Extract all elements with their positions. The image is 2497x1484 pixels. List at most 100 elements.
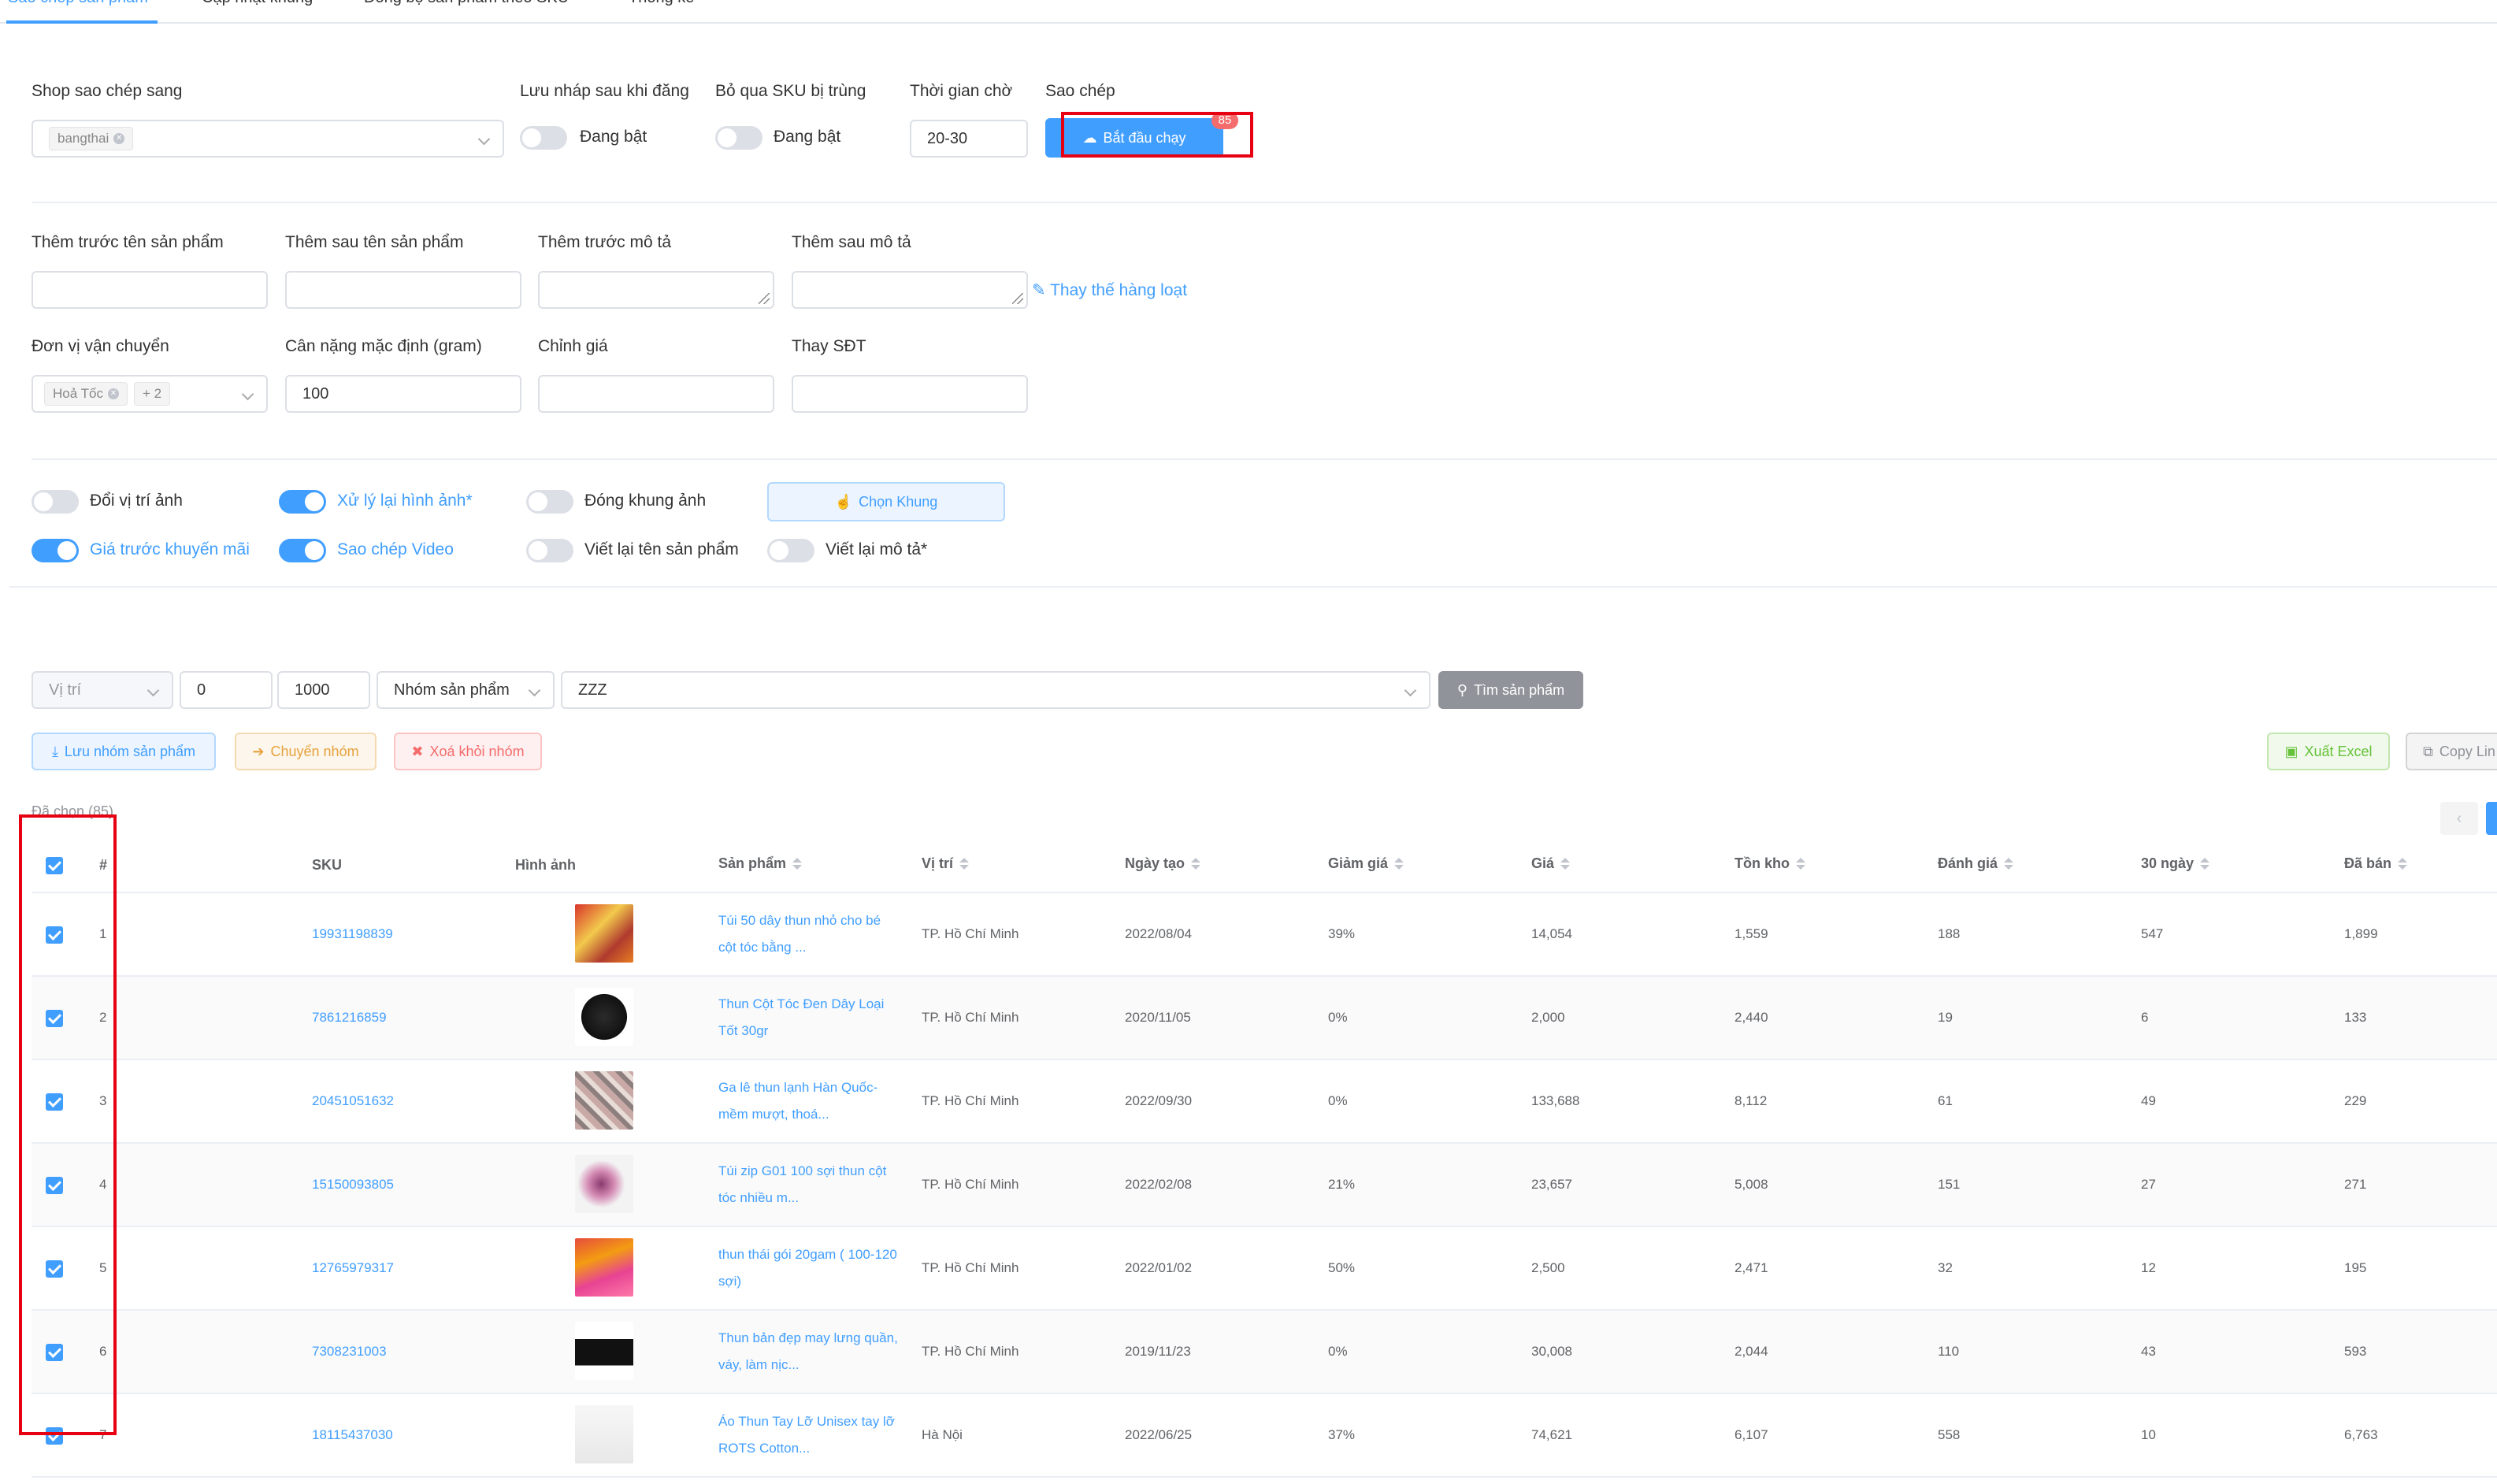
suffix-desc-textarea[interactable] xyxy=(792,271,1028,309)
prefix-name-input[interactable] xyxy=(32,271,268,309)
sort-icon[interactable] xyxy=(1191,858,1201,870)
header-discount[interactable]: Giảm giá xyxy=(1328,855,1404,872)
tab-sync-sku[interactable]: Đồng bộ sản phẩm theo SKU xyxy=(364,0,569,7)
phone-input[interactable] xyxy=(792,375,1028,413)
product-link[interactable]: Ga lê thun lạnh Hàn Quốc- mềm mượt, thoá… xyxy=(718,1074,901,1128)
position-select[interactable]: Vị trí xyxy=(32,671,173,709)
range-to-input[interactable]: 1000 xyxy=(277,671,370,709)
sku-link[interactable]: 7861216859 xyxy=(312,1010,387,1026)
sku-link[interactable]: 15150093805 xyxy=(312,1177,394,1193)
sort-icon[interactable] xyxy=(2200,858,2210,870)
table-row[interactable]: 2 7861216859 Thun Cột Tóc Đen Dây Loại Tốt… xyxy=(32,977,2497,1060)
product-link[interactable]: Túi zip G01 100 sợi thun cột tóc nhiều m… xyxy=(718,1158,901,1211)
search-products-label: Tìm sản phẩm xyxy=(1474,681,1565,698)
header-sold[interactable]: Đã bán xyxy=(2344,855,2408,872)
sku-link[interactable]: 12765979317 xyxy=(312,1260,394,1276)
copy-video-toggle[interactable] xyxy=(279,539,326,562)
price-adjust-input[interactable] xyxy=(538,375,774,413)
weight-input[interactable]: 100 xyxy=(285,375,521,413)
sold-cell: 271 xyxy=(2344,1177,2367,1192)
rewrite-name-toggle[interactable] xyxy=(526,539,573,562)
search-products-button[interactable]: ⚲ Tìm sản phẩm xyxy=(1438,671,1583,709)
discount-cell: 50% xyxy=(1328,1260,1356,1275)
prefix-desc-label: Thêm trước mô tả xyxy=(538,233,672,251)
product-link[interactable]: thun thái gói 20gam ( 100-120 sợi) xyxy=(718,1241,901,1295)
choose-frame-label: Chọn Khung xyxy=(859,493,938,510)
product-link[interactable]: Thun Cột Tóc Đen Dây Loại Tốt 30gr xyxy=(718,991,901,1044)
sort-icon[interactable] xyxy=(959,858,970,870)
prev-page-button[interactable]: ‹ xyxy=(2440,802,2478,835)
tab-update-frame[interactable]: Cập nhật khung xyxy=(202,0,313,7)
group-select[interactable]: Nhóm sản phẩm xyxy=(377,671,555,709)
resize-grip-icon[interactable] xyxy=(759,293,770,304)
range-from-input[interactable]: 0 xyxy=(180,671,273,709)
table-row[interactable]: 6 7308231003 Thun bản đẹp may lưng quần, v… xyxy=(32,1311,2497,1394)
remove-group-button[interactable]: ✖ Xoá khỏi nhóm xyxy=(394,733,542,770)
tab-statistics[interactable]: Thống kê xyxy=(629,0,694,7)
sku-link[interactable]: 19931198839 xyxy=(312,926,393,942)
keyword-select[interactable]: ZZZ xyxy=(561,671,1430,709)
product-thumbnail[interactable] xyxy=(575,1405,633,1464)
rewrite-desc-label: Viết lại mô tả* xyxy=(826,540,928,558)
header-price[interactable]: Giá xyxy=(1531,855,1571,872)
sku-link[interactable]: 18115437030 xyxy=(312,1427,393,1443)
frame-image-toggle[interactable] xyxy=(526,490,573,514)
shop-select[interactable]: bangthai ✕ xyxy=(32,120,504,158)
header-stock[interactable]: Tồn kho xyxy=(1735,855,1805,872)
header-rating[interactable]: Đánh giá xyxy=(1938,855,2014,872)
swap-image-toggle[interactable] xyxy=(32,490,79,514)
resize-grip-icon[interactable] xyxy=(1012,293,1023,304)
sort-icon[interactable] xyxy=(1394,858,1404,870)
save-group-button[interactable]: ⤓ Lưu nhóm sản phẩm xyxy=(32,733,216,770)
sort-icon[interactable] xyxy=(2398,858,2408,870)
product-thumbnail[interactable] xyxy=(575,1071,633,1130)
tag-remove-icon[interactable]: ✕ xyxy=(113,133,125,144)
export-excel-button[interactable]: ▣ Xuất Excel xyxy=(2267,733,2390,770)
header-created[interactable]: Ngày tạo xyxy=(1125,855,1201,872)
move-group-button[interactable]: ➔ Chuyển nhóm xyxy=(235,733,377,770)
header-location[interactable]: Vị trí xyxy=(922,855,970,872)
rewrite-desc-toggle[interactable] xyxy=(767,539,814,562)
product-link[interactable]: Áo Thun Tay Lỡ Unisex tay lỡ ROTS Cotton… xyxy=(718,1408,901,1462)
reprocess-image-toggle[interactable] xyxy=(279,490,326,514)
current-page-button[interactable] xyxy=(2486,802,2497,835)
product-thumbnail[interactable] xyxy=(575,904,633,963)
wait-input[interactable]: 20-30 xyxy=(910,120,1028,158)
stock-cell: 2,044 xyxy=(1735,1344,1768,1359)
draft-toggle[interactable] xyxy=(520,126,567,150)
product-thumbnail[interactable] xyxy=(575,1155,633,1213)
promo-price-toggle[interactable] xyxy=(32,539,79,562)
table-row[interactable]: 4 15150093805 Túi zip G01 100 sợi thun cột… xyxy=(32,1144,2497,1227)
tab-copy-products[interactable]: Sao chép sản phẩm xyxy=(8,0,148,7)
chevron-down-icon xyxy=(477,132,491,146)
product-thumbnail[interactable] xyxy=(575,1238,633,1297)
location-cell: Hà Nội xyxy=(922,1427,963,1442)
header-30-days[interactable]: 30 ngày xyxy=(2141,855,2210,872)
product-thumbnail[interactable] xyxy=(575,988,633,1046)
tag-remove-icon[interactable]: ✕ xyxy=(107,388,119,399)
sku-link[interactable]: 20451051632 xyxy=(312,1093,394,1109)
suffix-desc-label: Thêm sau mô tả xyxy=(792,233,911,251)
sort-icon[interactable] xyxy=(1796,858,1805,870)
table-row[interactable]: 7 18115437030 Áo Thun Tay Lỡ Unisex tay lỡ… xyxy=(32,1394,2497,1478)
sort-icon[interactable] xyxy=(2004,858,2014,870)
suffix-name-input[interactable] xyxy=(285,271,521,309)
sort-icon[interactable] xyxy=(1560,858,1571,870)
sort-icon[interactable] xyxy=(792,858,803,870)
shipping-select[interactable]: Hoả Tốc ✕ + 2 xyxy=(32,375,268,413)
prefix-desc-textarea[interactable] xyxy=(538,271,774,309)
product-link[interactable]: Túi 50 dây thun nhỏ cho bé cột tóc bằng … xyxy=(718,907,901,961)
product-link[interactable]: Thun bản đẹp may lưng quần, váy, làm nịc… xyxy=(718,1325,901,1378)
header-product[interactable]: Sản phẩm xyxy=(718,855,803,872)
created-cell: 2022/06/25 xyxy=(1125,1427,1193,1442)
skip-sku-toggle[interactable] xyxy=(715,126,762,150)
table-row[interactable]: 1 19931198839 Túi 50 dây thun nhỏ cho bé c… xyxy=(32,893,2497,977)
table-row[interactable]: 3 20451051632 Ga lê thun lạnh Hàn Quốc- mề… xyxy=(32,1060,2497,1144)
replace-all-link[interactable]: ✎ Thay thế hàng loạt xyxy=(1032,280,1187,300)
table-row[interactable]: 5 12765979317 thun thái gói 20gam ( 100-12… xyxy=(32,1227,2497,1311)
choose-frame-button[interactable]: ☝ Chọn Khung xyxy=(767,482,1005,521)
product-thumbnail[interactable] xyxy=(575,1322,633,1380)
sku-link[interactable]: 7308231003 xyxy=(312,1344,387,1360)
keyword-value: ZZZ xyxy=(578,681,607,699)
copy-link-button[interactable]: ⧉ Copy Lin xyxy=(2406,733,2497,770)
